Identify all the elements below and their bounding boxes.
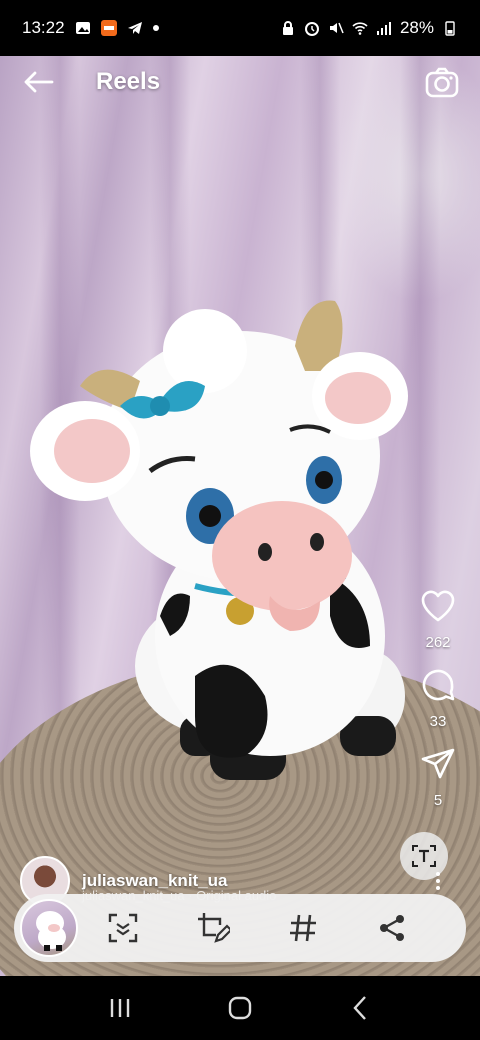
action-rail: 262 33 5 <box>414 584 462 821</box>
app-notification-icon <box>100 20 117 36</box>
scan-button[interactable] <box>78 894 168 962</box>
battery-percent: 28% <box>399 18 434 37</box>
share-sheet-button[interactable] <box>348 894 438 962</box>
back-button[interactable] <box>18 62 58 102</box>
arrow-left-icon <box>24 71 54 93</box>
crop-edit-button[interactable] <box>168 894 258 962</box>
send-icon <box>421 748 455 779</box>
home-button[interactable] <box>210 984 270 1032</box>
camera-icon <box>425 67 459 98</box>
more-vertical-icon[interactable] <box>436 872 442 890</box>
status-left: 13:22 <box>22 18 159 38</box>
status-right: 28% <box>280 18 458 38</box>
recents-button[interactable] <box>90 984 150 1032</box>
share-button[interactable] <box>416 742 460 786</box>
recents-icon <box>110 999 130 1017</box>
telegram-icon <box>127 22 142 34</box>
alarm-icon <box>304 22 319 36</box>
gallery-notification-icon <box>75 22 90 34</box>
lock-icon <box>282 21 293 35</box>
page-title: Reels <box>96 68 161 95</box>
hashtag-button[interactable] <box>258 894 348 962</box>
like-button[interactable] <box>416 584 460 628</box>
like-count: 262 <box>425 634 451 651</box>
clock: 13:22 <box>22 18 65 37</box>
comment-count: 33 <box>429 713 447 730</box>
text-scan-icon <box>412 845 436 867</box>
top-app-bar: Reels <box>0 56 480 108</box>
crochet-cow-toy <box>30 300 408 780</box>
home-icon <box>228 996 252 1020</box>
share-icon <box>380 915 404 941</box>
thumbnail-cow-image <box>36 911 66 951</box>
camera-button[interactable] <box>422 62 462 102</box>
heart-icon <box>421 590 455 622</box>
crop-edit-icon <box>198 913 230 943</box>
chevron-left-icon <box>353 996 366 1020</box>
system-nav-bar <box>0 976 480 1040</box>
battery-icon <box>445 21 455 36</box>
mute-icon <box>329 22 344 34</box>
capture-thumbnail[interactable] <box>20 899 78 957</box>
wifi-icon <box>352 22 368 35</box>
comment-icon <box>422 669 455 701</box>
smart-select-toolbar <box>14 894 466 962</box>
share-count: 5 <box>433 792 443 809</box>
hashtag-icon <box>290 914 316 942</box>
more-notifications-icon <box>152 25 159 31</box>
status-bar: 13:22 28% <box>0 0 480 56</box>
signal-icon <box>376 22 391 35</box>
scan-icon <box>108 913 138 943</box>
back-nav-button[interactable] <box>330 984 390 1032</box>
comment-button[interactable] <box>416 663 460 707</box>
